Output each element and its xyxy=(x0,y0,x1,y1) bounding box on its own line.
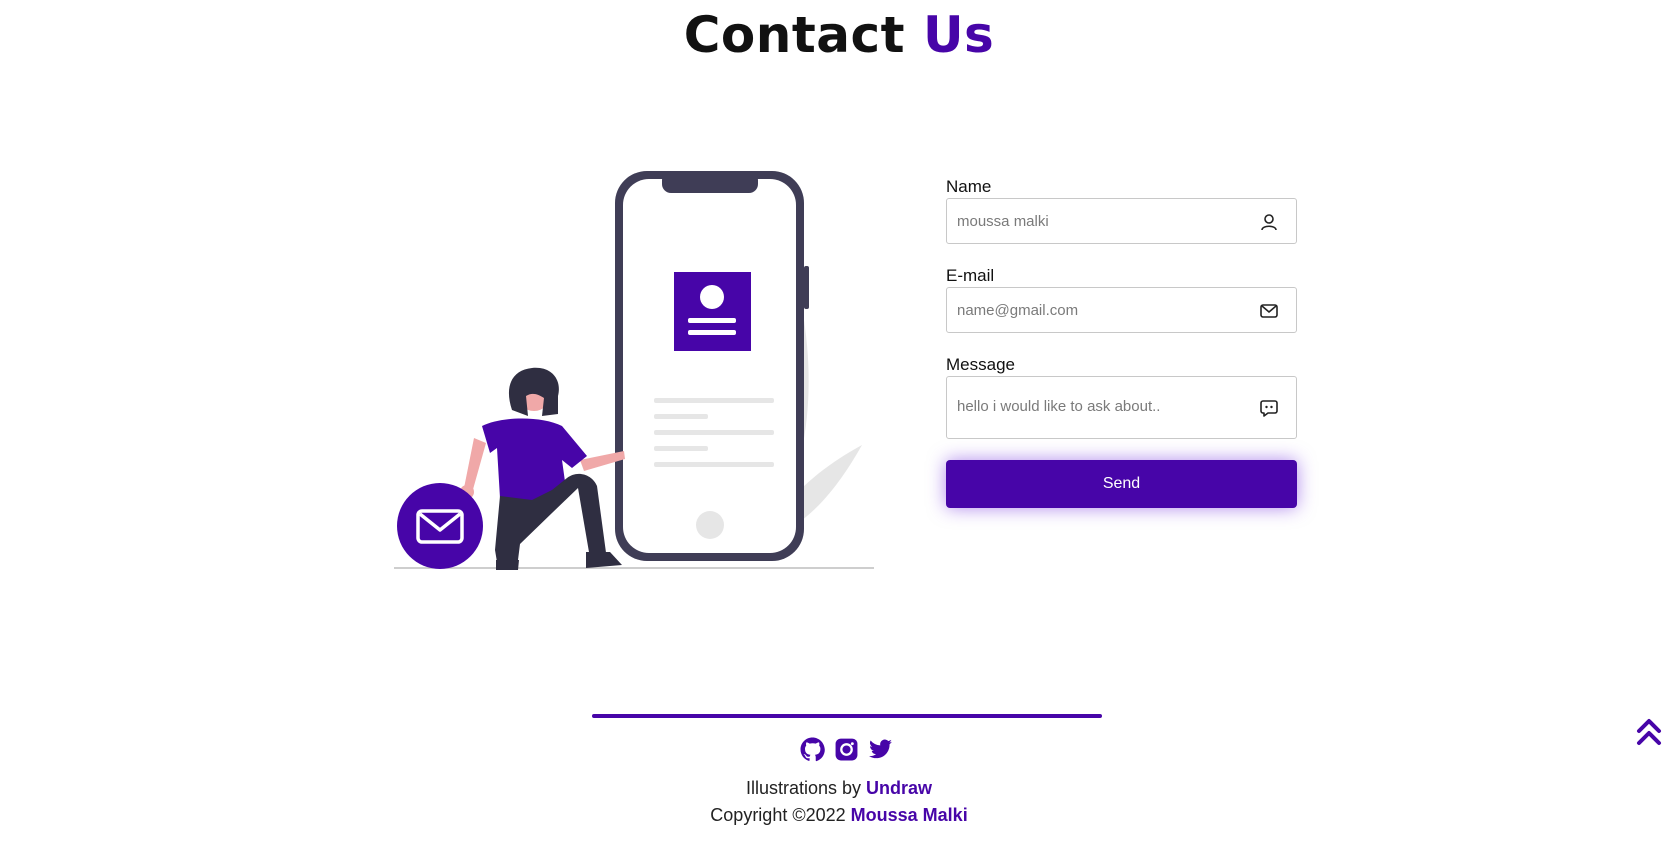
footer-divider xyxy=(592,714,1102,718)
email-field-wrapper xyxy=(946,287,1297,333)
message-label: Message xyxy=(946,355,1015,374)
page-title-accent: Us xyxy=(922,6,995,64)
social-links xyxy=(800,737,894,765)
undraw-link[interactable]: Undraw xyxy=(866,778,932,798)
email-label: E-mail xyxy=(946,266,995,285)
arm-shape xyxy=(464,438,486,493)
contact-card-icon xyxy=(674,272,751,351)
chat-icon xyxy=(1260,400,1278,417)
mail-icon xyxy=(1260,304,1278,318)
name-field-wrapper xyxy=(946,198,1297,244)
illustrations-credit: Illustrations by Undraw xyxy=(0,778,1678,799)
mail-circle-icon xyxy=(397,483,483,569)
page-title-main: Contact xyxy=(683,6,906,64)
contact-form: Name E-mail Message Send xyxy=(946,176,1297,508)
contact-illustration xyxy=(394,171,874,570)
phone-notch xyxy=(662,171,758,193)
page-title: Contact Us xyxy=(0,6,1678,64)
phone-home-button xyxy=(696,511,724,539)
message-input[interactable] xyxy=(957,397,1247,421)
twitter-icon[interactable] xyxy=(868,737,893,762)
copyright: Copyright ©2022 Moussa Malki xyxy=(0,805,1678,826)
author-link[interactable]: Moussa Malki xyxy=(851,805,968,825)
phone-side-button xyxy=(804,266,809,309)
copyright-text: Copyright ©2022 xyxy=(710,805,846,825)
shoe-shape xyxy=(496,560,519,570)
user-icon xyxy=(1261,214,1277,231)
instagram-icon[interactable] xyxy=(834,737,859,762)
github-icon[interactable] xyxy=(800,737,825,762)
shoe-shape xyxy=(586,552,622,568)
name-label: Name xyxy=(946,177,992,196)
illustrations-credit-text: Illustrations by xyxy=(745,778,862,798)
message-field-wrapper xyxy=(946,376,1297,439)
email-input[interactable] xyxy=(957,288,1247,332)
send-button[interactable]: Send xyxy=(946,460,1297,508)
name-input[interactable] xyxy=(957,199,1247,243)
back-to-top-icon[interactable] xyxy=(1636,718,1662,746)
